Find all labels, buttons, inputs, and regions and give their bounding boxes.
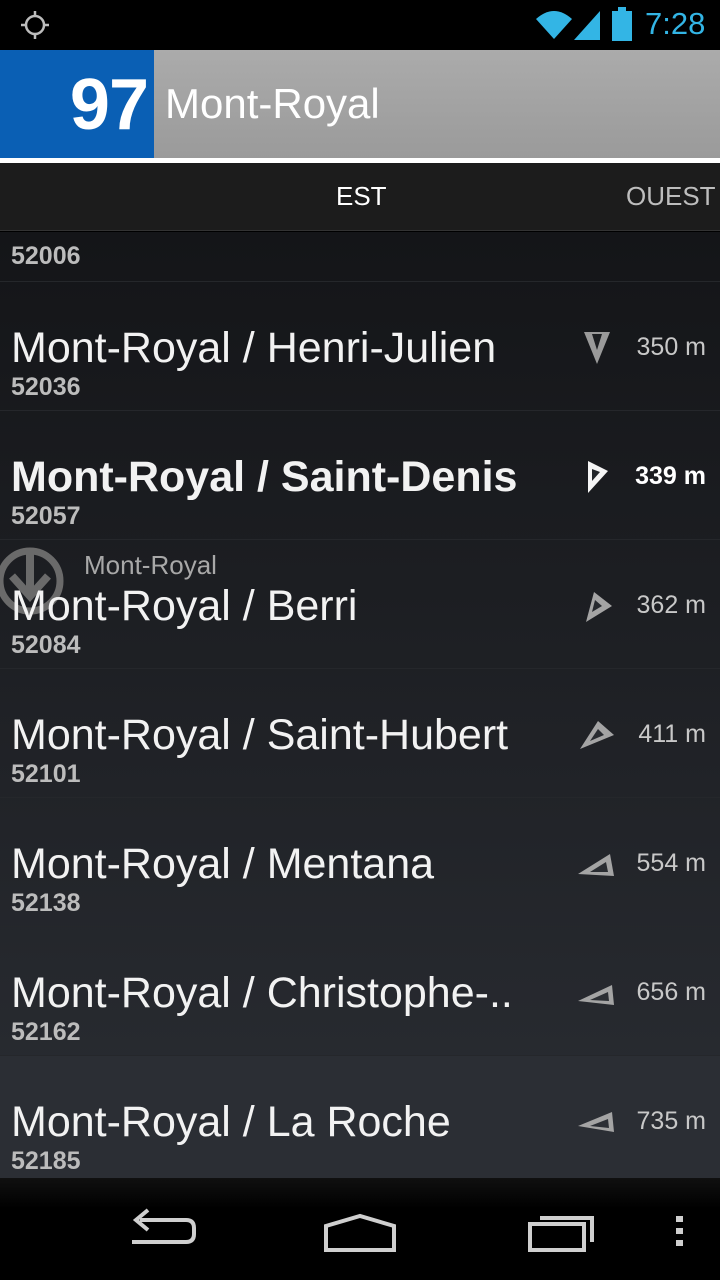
direction-arrow-icon bbox=[588, 461, 608, 493]
route-number: 97 bbox=[69, 65, 149, 145]
list-item[interactable]: Mont-Royal / Mentana 52138 554 m bbox=[0, 798, 720, 927]
status-bar: 7:28 bbox=[0, 0, 720, 50]
route-name: Mont-Royal bbox=[165, 80, 380, 127]
direction-arrow-icon bbox=[578, 1112, 614, 1132]
home-icon[interactable] bbox=[318, 1200, 402, 1256]
gps-icon bbox=[21, 11, 49, 39]
direction-tabs: EST OUEST bbox=[0, 163, 720, 231]
stop-distance: 362 m bbox=[636, 591, 706, 619]
route-header: 97 Mont-Royal bbox=[0, 50, 720, 160]
metro-station-label: Mont-Royal bbox=[84, 550, 217, 580]
direction-arrow-icon bbox=[580, 721, 614, 749]
recents-icon[interactable] bbox=[524, 1200, 600, 1256]
list-item[interactable]: Mont-Royal / Henri-Julien 52036 350 m bbox=[0, 282, 720, 411]
direction-arrow-icon bbox=[584, 332, 610, 364]
stop-name: Mont-Royal / Mentana bbox=[11, 840, 435, 888]
direction-arrow-icon bbox=[578, 854, 614, 876]
stop-name: Mont-Royal / Saint-Hubert bbox=[11, 711, 509, 759]
stop-list[interactable]: 52006 Mont-Royal / Henri-Julien 52036 35… bbox=[0, 232, 720, 1178]
clock: 7:28 bbox=[645, 6, 706, 41]
stop-code: 52185 bbox=[11, 1147, 81, 1175]
navigation-bar bbox=[0, 1178, 720, 1280]
direction-arrow-icon bbox=[586, 592, 612, 622]
stop-distance: 350 m bbox=[636, 333, 706, 361]
list-item[interactable]: Mont-Royal / Christophe-.. 52162 656 m bbox=[0, 927, 720, 1056]
stop-code: 52101 bbox=[11, 760, 81, 788]
stop-code: 52162 bbox=[11, 1018, 81, 1046]
list-item[interactable]: Mont-Royal Mont-Royal / Berri 52084 362 … bbox=[0, 540, 720, 669]
list-item[interactable]: 52006 bbox=[0, 232, 720, 282]
signal-icon bbox=[574, 11, 600, 40]
battery-icon bbox=[612, 7, 632, 41]
back-icon[interactable] bbox=[120, 1200, 200, 1256]
stop-code: 52138 bbox=[11, 889, 81, 917]
tab-ouest[interactable]: OUEST bbox=[626, 181, 716, 212]
stop-code: 52006 bbox=[11, 242, 81, 270]
tab-est[interactable]: EST bbox=[336, 181, 387, 212]
stop-distance: 656 m bbox=[636, 978, 706, 1006]
wifi-icon bbox=[536, 11, 572, 39]
list-item[interactable]: Mont-Royal / Saint-Hubert 52101 411 m bbox=[0, 669, 720, 798]
stop-distance: 339 m bbox=[635, 462, 706, 490]
stop-distance: 411 m bbox=[638, 720, 706, 748]
stop-name: Mont-Royal / Saint-Denis bbox=[11, 453, 518, 501]
direction-arrow-icon bbox=[578, 985, 614, 1005]
list-item[interactable]: Mont-Royal / Saint-Denis 52057 339 m bbox=[0, 411, 720, 540]
overflow-menu-icon[interactable] bbox=[664, 1200, 696, 1256]
stop-code: 52057 bbox=[11, 502, 81, 530]
stop-code: 52084 bbox=[11, 631, 81, 659]
stop-distance: 554 m bbox=[636, 849, 706, 877]
stop-name: Mont-Royal / Berri bbox=[11, 582, 358, 630]
stop-distance: 735 m bbox=[636, 1107, 706, 1135]
route-number-badge: 97 bbox=[0, 50, 154, 160]
stop-name: Mont-Royal / Henri-Julien bbox=[11, 324, 497, 372]
stop-name: Mont-Royal / Christophe-.. bbox=[11, 969, 513, 1017]
list-item[interactable]: Mont-Royal / La Roche 52185 735 m bbox=[0, 1056, 720, 1178]
stop-name: Mont-Royal / La Roche bbox=[11, 1098, 451, 1146]
stop-code: 52036 bbox=[11, 373, 81, 401]
